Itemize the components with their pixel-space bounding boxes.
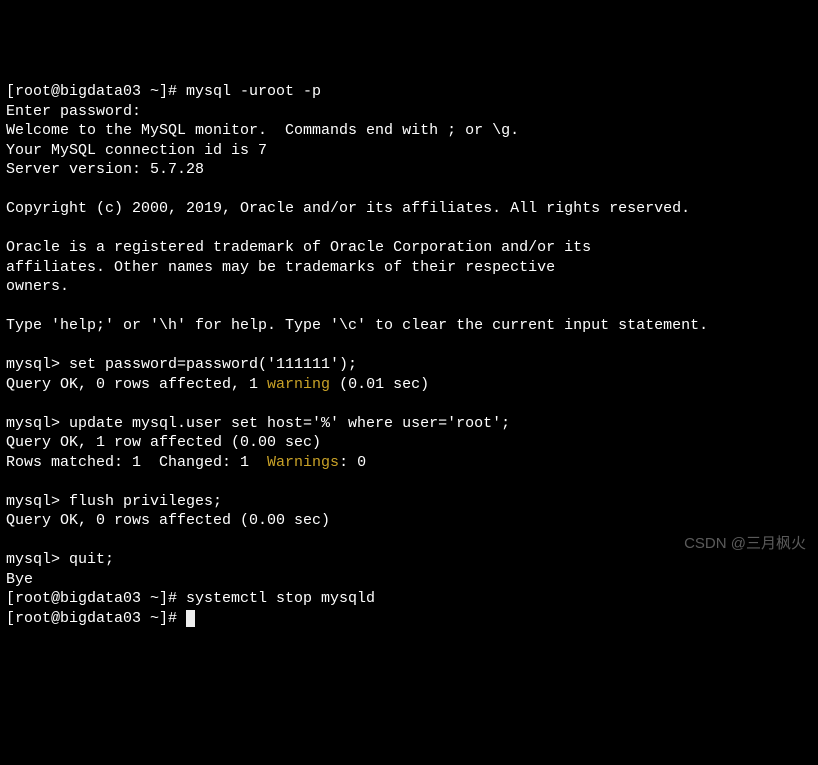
query-result: Query OK, 0 rows affected, 1 warning (0.… bbox=[6, 376, 429, 393]
bye-line: Bye bbox=[6, 571, 33, 588]
shell-prompt-line: [root@bigdata03 ~]# systemctl stop mysql… bbox=[6, 590, 375, 607]
mysql-command: mysql> quit; bbox=[6, 551, 114, 568]
welcome-line: Welcome to the MySQL monitor. Commands e… bbox=[6, 122, 519, 139]
trademark-line: owners. bbox=[6, 278, 69, 295]
terminal-output[interactable]: [root@bigdata03 ~]# mysql -uroot -p Ente… bbox=[6, 82, 812, 628]
password-prompt: Enter password: bbox=[6, 103, 141, 120]
trademark-line: Oracle is a registered trademark of Orac… bbox=[6, 239, 591, 256]
server-version-line: Server version: 5.7.28 bbox=[6, 161, 204, 178]
mysql-command: mysql> set password=password('111111'); bbox=[6, 356, 357, 373]
query-result: Query OK, 0 rows affected (0.00 sec) bbox=[6, 512, 330, 529]
query-result: Query OK, 1 row affected (0.00 sec) bbox=[6, 434, 321, 451]
shell-prompt-line: [root@bigdata03 ~]# bbox=[6, 610, 195, 627]
warning-text: warning bbox=[267, 376, 330, 393]
warning-text: Warnings bbox=[267, 454, 339, 471]
shell-prompt-line: [root@bigdata03 ~]# mysql -uroot -p bbox=[6, 83, 321, 100]
copyright-line: Copyright (c) 2000, 2019, Oracle and/or … bbox=[6, 200, 690, 217]
query-result: Rows matched: 1 Changed: 1 Warnings: 0 bbox=[6, 454, 366, 471]
trademark-line: affiliates. Other names may be trademark… bbox=[6, 259, 555, 276]
help-line: Type 'help;' or '\h' for help. Type '\c'… bbox=[6, 317, 708, 334]
connection-id-line: Your MySQL connection id is 7 bbox=[6, 142, 267, 159]
mysql-command: mysql> update mysql.user set host='%' wh… bbox=[6, 415, 510, 432]
cursor-icon bbox=[186, 610, 195, 627]
mysql-command: mysql> flush privileges; bbox=[6, 493, 222, 510]
